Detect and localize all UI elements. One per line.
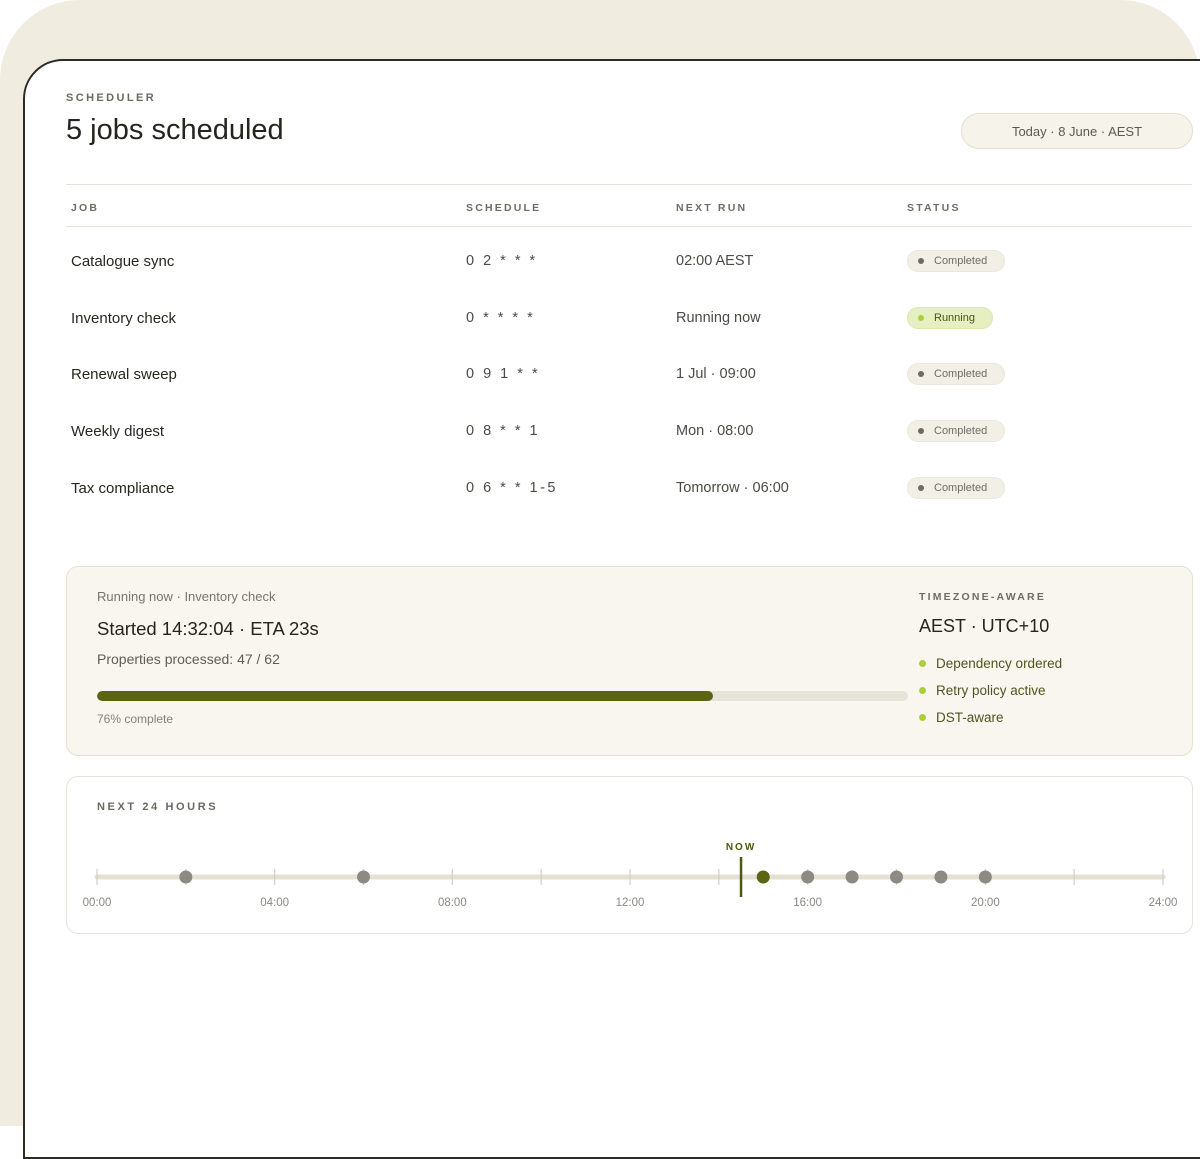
status-badge: Completed [907,250,1006,272]
job-schedule: 0 6 * * 1-5 [466,480,558,496]
job-status: Running [907,290,993,346]
job-status: Completed [907,233,1006,289]
date-filter-pill[interactable]: Today · 8 June · AEST [961,113,1193,149]
progress-bar-fill [97,691,714,701]
feature-item: Retry policy active [919,683,1046,698]
job-status: Completed [907,346,1006,402]
status-badge: Running [907,307,993,329]
job-next-run: 1 Jul · 09:00 [676,366,756,382]
timezone-eyebrow: TIMEZONE-AWARE [919,591,1047,603]
timeline-tick-label: 20:00 [971,897,1000,909]
timeline-chart: 00:00 04:00 08:00 12:00 16:00 20:00 24:00 NOW [83,842,1178,909]
job-schedule: 0 2 * * * [466,253,538,269]
column-header-status[interactable]: STATUS [907,202,961,214]
status-label: Completed [934,368,988,380]
header-divider [66,226,1192,227]
timeline-tick-label: 04:00 [260,897,289,909]
status-badge: Completed [907,420,1006,442]
feature-label: DST-aware [936,710,1004,725]
timeline-run-dot [890,870,903,884]
feature-label: Dependency ordered [936,656,1063,671]
status-dot-icon [918,315,924,321]
table-row[interactable]: Weekly digest 0 8 * * 1 Mon · 08:00 Comp… [66,403,1192,459]
timeline-run-dot [801,870,815,884]
status-badge: Completed [907,477,1006,499]
timeline-run-dot [756,870,770,884]
bullet-dot-icon [919,687,926,694]
status-label: Completed [934,255,988,267]
running-job-subtitle: Running now · Inventory check [97,589,276,604]
timeline-tick-label: 08:00 [438,897,467,909]
column-header-job[interactable]: JOB [71,202,99,214]
bullet-dot-icon [919,660,926,667]
timeline-tick-label: 24:00 [1149,897,1178,909]
progress-bar [97,691,908,701]
status-label: Running [934,312,975,324]
timezone-title: AEST · UTC+10 [919,616,1050,636]
job-name: Inventory check [71,309,177,327]
feature-label: Retry policy active [936,683,1046,698]
table-row[interactable]: Inventory check 0 * * * * Running now Ru… [66,290,1192,346]
properties-processed: Properties processed: 47 / 62 [97,651,280,667]
job-schedule: 0 9 1 * * [466,366,541,382]
section-eyebrow: SCHEDULER [66,92,157,104]
job-next-run: 02:00 AEST [676,253,754,269]
timeline-run-dot [978,870,992,884]
job-name: Tax compliance [71,479,175,497]
job-next-run: Running now [676,310,761,326]
column-header-schedule[interactable]: SCHEDULE [466,202,541,214]
bullet-dot-icon [919,714,926,721]
job-status: Completed [907,403,1006,459]
job-name: Catalogue sync [71,252,175,270]
job-next-run: Tomorrow · 06:00 [676,480,789,496]
status-dot-icon [918,371,924,377]
job-schedule: 0 * * * * [466,310,536,326]
timeline-run-dot [357,870,370,884]
timeline-tick-label: 12:00 [616,897,645,909]
table-row[interactable]: Catalogue sync 0 2 * * * 02:00 AEST Comp… [66,233,1192,289]
table-row[interactable]: Tax compliance 0 6 * * 1-5 Tomorrow · 06… [66,460,1192,516]
page-title: 5 jobs scheduled [66,114,284,146]
job-next-run: Mon · 08:00 [676,423,754,439]
running-job-panel: Running now · Inventory check Started 14… [66,566,1193,756]
job-name: Renewal sweep [71,365,177,383]
timeline-run-dot [934,870,948,884]
status-dot-icon [918,485,924,491]
table-row[interactable]: Renewal sweep 0 9 1 * * 1 Jul · 09:00 Co… [66,346,1192,402]
column-header-next-run[interactable]: NEXT RUN [676,202,747,214]
timeline-run-dot [845,870,859,884]
timeline-run-dot [179,870,193,884]
timeline-panel: NEXT 24 HOURS 00:00 04:00 08:00 12:00 16:00 2… [66,776,1193,934]
feature-item: DST-aware [919,710,1004,725]
status-dot-icon [918,428,924,434]
status-label: Completed [934,482,988,494]
job-status: Completed [907,460,1006,516]
job-name: Weekly digest [71,422,165,440]
status-label: Completed [934,425,988,437]
job-schedule: 0 8 * * 1 [466,423,541,439]
timeline-now-label: NOW [726,842,756,853]
status-badge: Completed [907,363,1006,385]
divider [66,184,1192,185]
timeline-tick-label: 00:00 [83,897,112,909]
status-dot-icon [918,258,924,264]
feature-item: Dependency ordered [919,656,1062,671]
timeline-tick-label: 16:00 [793,897,822,909]
running-job-headline: Started 14:32:04 · ETA 23s [97,618,319,639]
progress-label: 76% complete [97,712,174,726]
